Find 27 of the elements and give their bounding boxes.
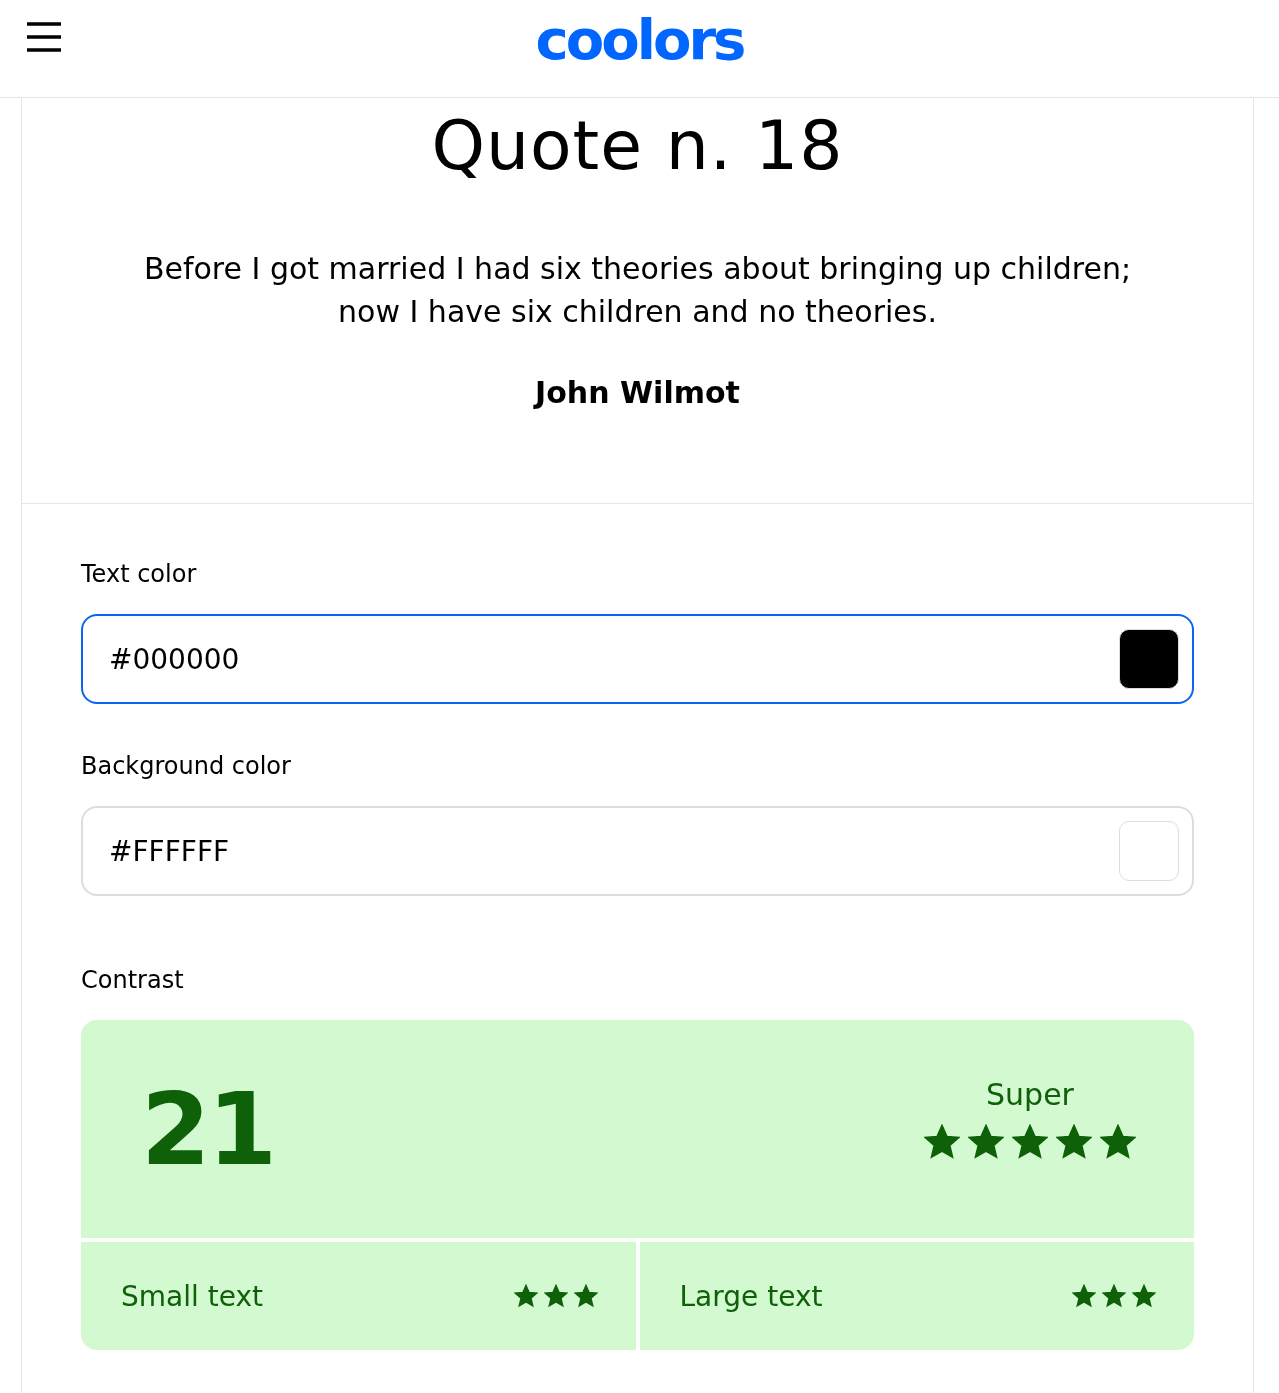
star-icon (1132, 1284, 1156, 1308)
logo[interactable]: coolors (535, 7, 744, 72)
text-size-label: Large text (679, 1279, 823, 1313)
star-icon (1100, 1123, 1136, 1160)
color-field[interactable]: #FFFFFF (81, 806, 1194, 896)
text-size-label: Small text (121, 1279, 263, 1313)
star-icon (1102, 1284, 1126, 1308)
quote-text: Before I got married I had six theories about bringing up children; now I have six children and no theories. (142, 250, 1133, 331)
star-icon (513, 1284, 538, 1308)
contrast-label: Contrast (81, 966, 185, 994)
star-icon (924, 1123, 960, 1160)
menu-icon[interactable] (26, 20, 62, 54)
color-swatch[interactable] (1119, 821, 1179, 881)
color-field[interactable]: #000000 (81, 614, 1194, 704)
star-icon (573, 1284, 598, 1308)
star-icon (1056, 1123, 1092, 1160)
star-icon (543, 1284, 568, 1308)
quote-title: Quote n. 18 (431, 106, 844, 185)
color-swatch[interactable] (1119, 629, 1179, 689)
field-label: Background color (81, 752, 292, 780)
contrast-rating: Super (986, 1076, 1074, 1112)
quote-author: John Wilmot (535, 375, 740, 410)
field-label: Text color (81, 560, 198, 588)
star-icon (1072, 1284, 1096, 1308)
star-icon (968, 1123, 1004, 1160)
star-icon (1012, 1123, 1048, 1160)
contrast-ratio: 21 (141, 1070, 275, 1188)
